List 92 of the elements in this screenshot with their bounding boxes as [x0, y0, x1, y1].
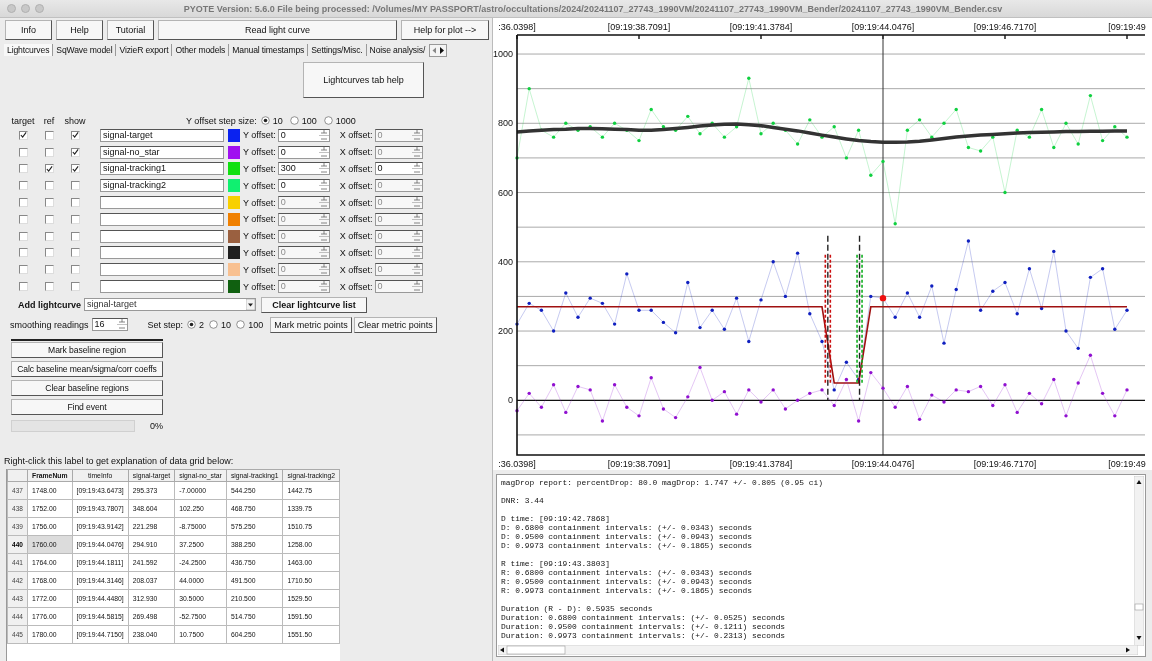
x-tick-label: [09:19:41.3784]	[729, 22, 793, 32]
x-offset-label: X offset:	[339, 180, 373, 191]
y-offset-label: Y offset:	[243, 247, 276, 258]
y-tick-label: 800	[497, 118, 513, 129]
radio-label[interactable]: 10	[221, 319, 232, 330]
metric-button[interactable]: Mark metric points	[270, 316, 352, 333]
y-offset-field[interactable]: 0	[277, 179, 330, 193]
y-offset-label: Y offset:	[243, 231, 276, 242]
x-offset-label: X offset:	[339, 130, 373, 141]
y-offset-field[interactable]: 0	[277, 196, 330, 210]
progress-label: 0%	[150, 420, 163, 431]
x-tick-label: :36.0398]	[498, 459, 536, 469]
y-offset-label: Y offset:	[243, 281, 276, 292]
smoothing-label: smoothing readings	[10, 319, 89, 330]
x-offset-label: X offset:	[339, 164, 373, 174]
x-tick-label: [09:19:44.0476]	[851, 22, 915, 32]
toolbar-button[interactable]: Info	[5, 20, 52, 40]
lightcurve-name-field[interactable]: signal-target	[100, 128, 224, 142]
column-header: ref	[42, 115, 56, 126]
tab[interactable]: SqWave model	[53, 44, 117, 56]
y-offset-label: Y offset:	[243, 264, 276, 275]
action-button[interactable]: Calc baseline mean/sigma/corr coeffs	[11, 360, 163, 377]
y-offset-label: Y offset:	[243, 180, 276, 191]
column-header: show	[63, 115, 87, 126]
grid-help-label[interactable]: Right-click this label to get explanation of data grid below:	[4, 456, 234, 466]
radio-label[interactable]: 10	[272, 115, 283, 126]
help-button[interactable]: Lightcurves tab help	[303, 62, 424, 98]
x-tick-label: [09:19:38.7091]	[607, 459, 671, 469]
y-offset-field[interactable]: 0	[277, 246, 330, 260]
x-offset-label: X offset:	[339, 214, 373, 225]
toolbar-button[interactable]: Tutorial	[107, 20, 154, 40]
action-button[interactable]: Mark baseline region	[11, 341, 163, 358]
y-tick-label: 1000	[493, 49, 513, 60]
x-tick-label: [09:19:38.7091]	[607, 22, 671, 32]
light-curve-plot[interactable]: 0 200 400 600 800 1000 :36.0398] [09:19:38.7091] [09:19:41.3784] [09:19:44.0476] [09:19:46.7170] [09:19:49 :36.0398] [09:19:38.7091] [09:19:41.3784] [09:19:44.0476] [09:19:46.7170] [09:19:49	[493, 18, 1150, 470]
toolbar-button[interactable]: Help	[56, 20, 103, 40]
x-tick-label: [09:19:49	[1108, 459, 1146, 469]
tab[interactable]: VizieR export	[116, 44, 173, 56]
radio-label[interactable]: 100	[301, 115, 317, 126]
radio-label[interactable]: 2	[199, 319, 205, 330]
lightcurve-name-field[interactable]: signal-tracking1	[100, 162, 224, 176]
tab[interactable]: Other models	[172, 44, 230, 56]
y-offset-field[interactable]: 0	[277, 212, 330, 226]
x-offset-field[interactable]: 0	[374, 162, 423, 176]
x-offset-label: X offset:	[339, 231, 373, 242]
y-offset-field[interactable]: 0	[277, 128, 330, 142]
lightcurve-dropdown[interactable]: signal-target	[84, 298, 256, 312]
y-offset-label: Y offset:	[243, 214, 276, 225]
toolbar-button[interactable]: Help for plot -->	[401, 20, 489, 40]
lightcurve-name-field[interactable]: signal-tracking2	[100, 179, 224, 193]
add-lightcurve-label: Add lightcurve	[18, 299, 81, 310]
step-size-label: Y offset step size:	[186, 115, 257, 126]
x-offset-label: X offset:	[339, 264, 373, 275]
set-step-label: Set step:	[147, 319, 184, 330]
x-tick-label: :36.0398]	[498, 22, 536, 32]
window-title: PYOTE Version: 5.6.0 File being processed: /Volumes/MY PASSPORT/astro/occultations/2024/20241107_27743_1990VM/20241107_27743_1990VM_Bender/20241107_27743_1990VM_Bender.csv	[182, 3, 1004, 14]
x-offset-label: X offset:	[339, 281, 373, 292]
x-tick-label: [09:19:49	[1108, 22, 1146, 32]
y-offset-field[interactable]: 0	[277, 263, 330, 277]
y-offset-label: Y offset:	[243, 130, 276, 141]
y-tick-label: 200	[497, 326, 513, 337]
tab[interactable]: Settings/Misc.	[308, 44, 367, 56]
x-offset-label: X offset:	[339, 147, 373, 158]
x-offset-label: X offset:	[339, 247, 373, 258]
y-offset-label: Y offset:	[243, 164, 276, 174]
radio-label[interactable]: 1000	[335, 115, 356, 126]
tab[interactable]: Noise analysis/	[366, 44, 429, 56]
y-offset-field[interactable]: 0	[277, 145, 330, 159]
toolbar-button[interactable]: Read light curve	[158, 20, 397, 40]
y-offset-label: Y offset:	[243, 197, 276, 208]
y-offset-field[interactable]: 0	[277, 280, 330, 294]
radio-label[interactable]: 100	[248, 319, 264, 330]
x-tick-label: [09:19:46.7170]	[973, 459, 1037, 469]
column-header: target	[10, 115, 36, 126]
action-button[interactable]: Clear baseline regions	[11, 379, 163, 396]
y-offset-field[interactable]: 0	[277, 229, 330, 243]
y-tick-label: 0	[508, 395, 513, 406]
x-tick-label: [09:19:41.3784]	[729, 459, 793, 469]
action-button[interactable]: Find event	[11, 398, 163, 415]
clear-list-button[interactable]: Clear lightcurve list	[261, 296, 367, 313]
y-offset-label: Y offset:	[243, 147, 276, 158]
x-offset-label: X offset:	[339, 197, 373, 208]
x-tick-label: [09:19:44.0476]	[851, 459, 915, 469]
tab[interactable]: Lightcurves	[4, 44, 54, 56]
lightcurve-name-field[interactable]: signal-no_star	[100, 145, 224, 159]
metric-button[interactable]: Clear metric points	[353, 316, 437, 333]
y-tick-label: 600	[497, 187, 513, 198]
tab[interactable]: Manual timestamps	[229, 44, 309, 56]
smoothing-field[interactable]: 16	[91, 318, 128, 332]
y-offset-field[interactable]: 300	[277, 162, 330, 176]
y-tick-label: 400	[497, 256, 513, 267]
x-tick-label: [09:19:46.7170]	[973, 22, 1037, 32]
